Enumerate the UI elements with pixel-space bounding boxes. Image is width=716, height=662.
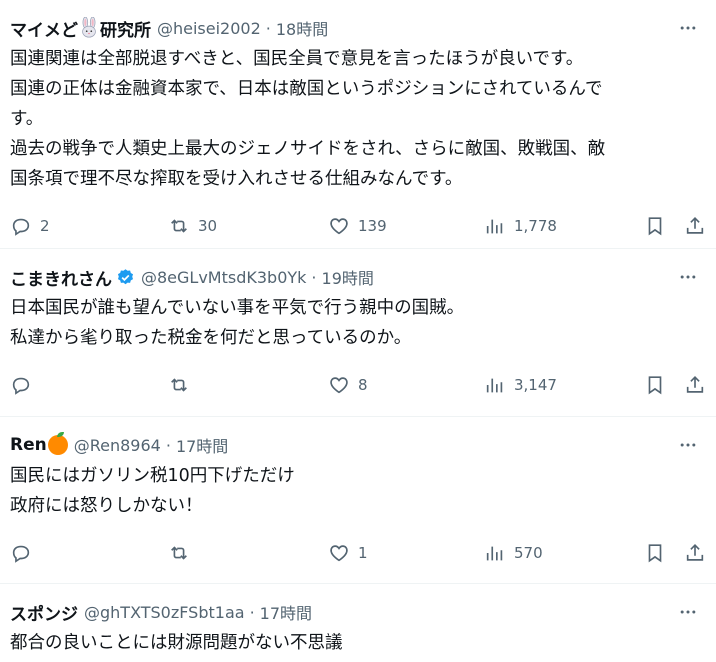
reply-icon: [12, 218, 30, 236]
post-text-line: 日本国民が誰も望んでいない事を平気で行う親中の国賊。: [10, 298, 465, 318]
post-text-line: 私達から毟り取った税金を何だと思っているのか。: [10, 328, 412, 348]
post-time[interactable]: 17時間: [260, 600, 312, 624]
post[interactable]: Ren @Ren8964 · 17時間 国民にはガソリン税10円下げただけ 政府…: [0, 417, 716, 584]
share-icon: [686, 544, 704, 561]
more-icon[interactable]: [674, 263, 702, 291]
post-text: 日本国民が誰も望んでいない事を平気で行う親中の国賊。 私達から毟り取った税金を何…: [10, 293, 706, 353]
post-actions: 1 570: [10, 521, 706, 585]
repost-icon: [171, 219, 187, 233]
separator-dot: ·: [249, 602, 255, 622]
views-count: 3,147: [514, 376, 557, 394]
bookmark-icon: [648, 376, 662, 395]
display-name[interactable]: スポンジ: [10, 600, 78, 625]
verified-badge-icon: [116, 268, 135, 287]
display-name[interactable]: Ren: [10, 435, 47, 455]
bookmark-button[interactable]: [644, 542, 666, 564]
share-button[interactable]: [684, 374, 706, 396]
repost-icon: [171, 378, 187, 392]
bookmark-icon: [648, 217, 662, 236]
views-button[interactable]: 570: [484, 542, 543, 564]
orange-emoji-icon: [47, 432, 68, 455]
views-button[interactable]: 1,778: [484, 215, 557, 237]
post-text: 都合の良いことには財源問題がない不思議: [10, 628, 706, 658]
post-text-line: 国条項で理不尽な搾取を受け入れさせる仕組みなんです。: [10, 169, 463, 189]
bookmark-button[interactable]: [644, 374, 666, 396]
post-time[interactable]: 19時間: [322, 265, 374, 289]
reply-count: 2: [40, 217, 50, 235]
reply-button[interactable]: [10, 374, 32, 396]
post-time[interactable]: 17時間: [176, 433, 228, 457]
heart-icon: [330, 218, 348, 235]
display-name-suffix[interactable]: 研究所: [100, 16, 151, 41]
share-icon: [686, 376, 704, 393]
post-time[interactable]: 18時間: [276, 16, 328, 40]
views-button[interactable]: 3,147: [484, 374, 557, 396]
views-icon: [486, 219, 503, 234]
display-name[interactable]: マイメど: [10, 16, 78, 41]
repost-button[interactable]: 30: [168, 215, 217, 237]
user-handle[interactable]: @Ren8964: [74, 436, 161, 455]
more-icon[interactable]: [674, 431, 702, 459]
repost-button[interactable]: [168, 542, 190, 564]
reply-button[interactable]: 2: [10, 215, 50, 237]
post[interactable]: スポンジ @ghTXTS0zFSbt1aa · 17時間 都合の良いことには財源…: [0, 584, 716, 662]
post-text-line: 国連の正体は金融資本家で、日本は敵国というポジションにされているんで: [10, 79, 603, 99]
post-text: 国連関連は全部脱退すべきと、国民全員で意見を言ったほうが良いです。 国連の正体は…: [10, 44, 706, 194]
share-icon: [686, 217, 704, 234]
post-header: Ren @Ren8964 · 17時間: [10, 431, 706, 459]
post-actions: 8 3,147: [10, 353, 706, 417]
like-button[interactable]: 8: [328, 374, 368, 396]
views-count: 1,778: [514, 217, 557, 235]
reply-icon: [12, 377, 30, 395]
more-icon[interactable]: [674, 14, 702, 42]
like-count: 1: [358, 544, 368, 562]
views-icon: [486, 378, 503, 393]
share-button[interactable]: [684, 215, 706, 237]
post-header: スポンジ @ghTXTS0zFSbt1aa · 17時間: [10, 598, 706, 626]
user-handle[interactable]: @8eGLvMtsdK3b0Yk: [141, 268, 306, 287]
views-count: 570: [514, 544, 543, 562]
repost-button[interactable]: [168, 374, 190, 396]
post-text-line: 国連関連は全部脱退すべきと、国民全員で意見を言ったほうが良いです。: [10, 49, 584, 69]
post-text-line: 国民にはガソリン税10円下げただけ: [10, 466, 295, 486]
post[interactable]: マイメど 研究所 @heisei2002 · 18時間 国連関連は全部脱退すべき…: [0, 0, 716, 249]
bookmark-button[interactable]: [644, 215, 666, 237]
like-count: 139: [358, 217, 387, 235]
display-name[interactable]: こまきれさん: [10, 265, 112, 290]
reply-button[interactable]: [10, 542, 32, 564]
share-button[interactable]: [684, 542, 706, 564]
heart-icon: [330, 377, 348, 394]
repost-icon: [171, 546, 187, 560]
post-text-line: 政府には怒りしかない！: [10, 496, 203, 516]
like-button[interactable]: 139: [328, 215, 387, 237]
post-text: 国民にはガソリン税10円下げただけ 政府には怒りしかない！: [10, 461, 706, 521]
post-text-line: 都合の良いことには財源問題がない不思議: [10, 633, 343, 653]
like-count: 8: [358, 376, 368, 394]
bookmark-icon: [648, 544, 662, 563]
like-button[interactable]: 1: [328, 542, 368, 564]
more-icon[interactable]: [674, 598, 702, 626]
post-header: マイメど 研究所 @heisei2002 · 18時間: [10, 14, 706, 42]
views-icon: [486, 546, 503, 561]
post-text-line: 過去の戦争で人類史上最大のジェノサイドをされ、さらに敵国、敗戦国、敵: [10, 139, 606, 159]
post-header: こまきれさん @8eGLvMtsdK3b0Yk · 19時間: [10, 263, 706, 291]
user-handle[interactable]: @ghTXTS0zFSbt1aa: [84, 603, 245, 622]
separator-dot: ·: [265, 18, 271, 38]
rabbit-emoji-icon: [78, 16, 100, 39]
heart-icon: [330, 545, 348, 562]
post-text-line: す。: [10, 109, 44, 129]
separator-dot: ·: [165, 435, 171, 455]
user-handle[interactable]: @heisei2002: [157, 19, 261, 38]
reply-icon: [12, 545, 30, 563]
separator-dot: ·: [311, 267, 317, 287]
timeline-feed: マイメど 研究所 @heisei2002 · 18時間 国連関連は全部脱退すべき…: [0, 0, 716, 662]
repost-count: 30: [198, 217, 218, 235]
post[interactable]: こまきれさん @8eGLvMtsdK3b0Yk · 19時間 日本国民が誰も望ん…: [0, 249, 716, 417]
